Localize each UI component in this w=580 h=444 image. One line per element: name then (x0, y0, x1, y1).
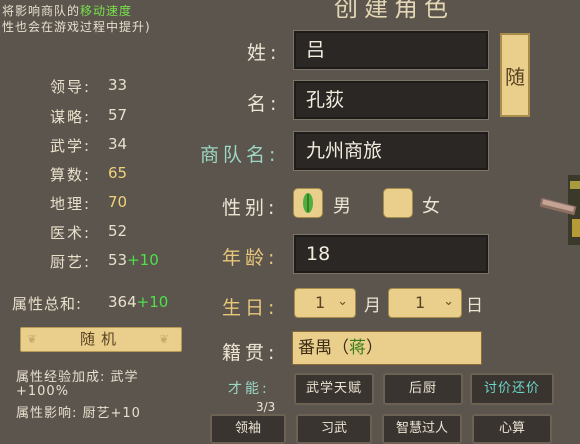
gender-female-checkbox[interactable] (383, 188, 413, 218)
origin-field[interactable]: 番禺（蒋） (292, 331, 482, 365)
stat-total-value: 364+10 (108, 293, 168, 311)
stat-label-cooking: 厨艺: (50, 253, 92, 271)
random-name-button[interactable]: 随 (500, 33, 530, 117)
stat-value-martial: 34 (108, 135, 128, 153)
origin-suffix: ） (366, 338, 383, 358)
talents-count: 3/3 (256, 400, 276, 414)
hint-line-1: 将影响商队的移动速度 (2, 2, 132, 19)
origin-highlight: 蒋 (349, 338, 366, 358)
chevron-down-icon: ⌄ (443, 294, 454, 309)
origin-label: 籍贯: (222, 342, 279, 364)
cloud-ornament-left-icon: ❦ (27, 332, 44, 346)
talents-label: 才能: (228, 381, 270, 397)
stat-total-label: 属性总和: (12, 295, 83, 313)
stat-value-leadership: 33 (108, 76, 128, 94)
gender-label: 性别: (222, 197, 279, 219)
birth-month-select[interactable]: 1 ⌄ (294, 288, 356, 318)
stat-total-base: 364 (108, 293, 137, 311)
birth-day-unit: 日 (466, 296, 483, 316)
random-stats-button[interactable]: ❦ 随机 ❦ (20, 327, 182, 352)
hint-line-2: 性也会在游戏过程中提升) (2, 20, 151, 34)
stat-value-medicine: 52 (108, 222, 128, 240)
stat-label-arithmetic: 算数: (50, 166, 92, 184)
bonus-info-line-2: +100% (16, 384, 70, 399)
talent-kitchen[interactable]: 后厨 (383, 373, 463, 405)
bonus-info-line-1: 属性经验加成: 武学 (16, 370, 139, 385)
stat-label-medicine: 医术: (50, 224, 92, 242)
cloud-ornament-right-icon: ❦ (158, 332, 175, 346)
page-title: 创建角色 (334, 0, 454, 22)
stat-label-strategy: 谋略: (50, 108, 92, 126)
caravan-name-field[interactable]: 九州商旅 (293, 131, 489, 171)
name-field[interactable]: 孔荻 (293, 80, 489, 120)
birth-month-unit: 月 (364, 296, 381, 316)
stat-value-strategy: 57 (108, 106, 128, 124)
stat-label-leadership: 领导: (50, 78, 92, 96)
stat-total-bonus: +10 (136, 293, 169, 311)
age-field[interactable]: 18 (293, 234, 489, 274)
age-label: 年龄: (222, 247, 279, 269)
birthday-label: 生日: (222, 297, 279, 319)
birth-day-value: 1 (415, 293, 426, 312)
name-label: 名: (247, 93, 281, 115)
gender-male-checkbox[interactable] (293, 188, 323, 218)
bonus-info-line-3: 属性影响: 厨艺+10 (16, 406, 141, 421)
chevron-down-icon: ⌄ (337, 294, 348, 309)
caravan-name-label: 商队名: (200, 144, 280, 166)
random-name-label: 随 (505, 65, 525, 89)
stat-value-arithmetic: 65 (108, 164, 128, 182)
talent-bargain[interactable]: 讨价还价 (470, 373, 554, 405)
gender-female-label: 女 (422, 196, 440, 217)
stat-cooking-base: 53 (108, 251, 128, 269)
leaf-check-icon (303, 193, 313, 213)
birth-month-value: 1 (315, 293, 326, 312)
surname-label: 姓: (247, 42, 281, 64)
gender-male-label: 男 (333, 196, 351, 217)
hint-highlight: 移动速度 (80, 4, 133, 18)
birth-day-select[interactable]: 1 ⌄ (388, 288, 462, 318)
hint-text: 将影响商队的 (2, 4, 81, 18)
stat-label-geography: 地理: (50, 195, 92, 213)
talent-martial-gift[interactable]: 武学天赋 (294, 373, 374, 405)
random-stats-label: 随机 (79, 330, 122, 348)
character-sprite-icon (540, 175, 580, 245)
stat-label-martial: 武学: (50, 137, 92, 155)
stat-value-geography: 70 (108, 193, 128, 211)
stat-value-cooking: 53+10 (108, 251, 159, 269)
origin-prefix: 番禺（ (298, 338, 349, 358)
surname-field[interactable]: 吕 (293, 30, 489, 70)
stat-cooking-bonus: +10 (127, 251, 159, 269)
